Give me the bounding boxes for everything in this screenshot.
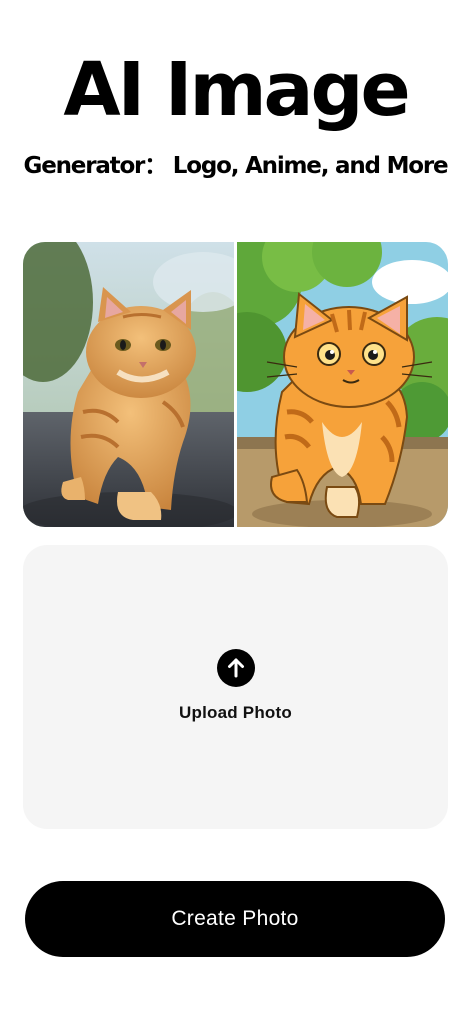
create-photo-button[interactable]: Create Photo — [25, 881, 445, 957]
upload-photo-label: Upload Photo — [179, 703, 292, 722]
page-title: AI Image — [63, 47, 410, 133]
anime-result — [237, 242, 448, 527]
arrow-up-icon[interactable] — [217, 649, 255, 687]
anime-cat-icon — [237, 242, 448, 527]
page-subtitle: Generator： Logo, Anime, and More — [23, 153, 449, 179]
original-photo — [23, 242, 234, 527]
screen: AI Image Generator： Logo, Anime, and Mor… — [0, 0, 471, 1024]
before-after-preview — [23, 242, 448, 527]
photo-cat-icon — [23, 242, 234, 527]
upload-photo-area[interactable]: Upload Photo — [23, 545, 448, 829]
